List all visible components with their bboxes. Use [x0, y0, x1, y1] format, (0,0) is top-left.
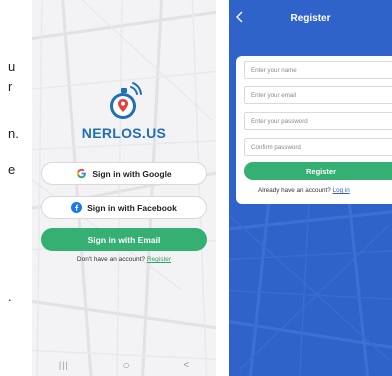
google-icon	[76, 168, 87, 179]
edge-text-1: u	[8, 59, 16, 74]
email-input[interactable]	[244, 86, 392, 104]
email-signin-button[interactable]: Sign in with Email	[41, 228, 207, 251]
register-link[interactable]: Register	[147, 256, 171, 263]
login-prompt: Already have an account? Log in	[258, 187, 350, 194]
register-screen: Register Register Already have an accoun…	[229, 0, 392, 376]
google-signin-label: Sign in with Google	[92, 168, 172, 179]
recents-nav-button[interactable]: |||	[59, 360, 69, 370]
edge-text-2: r	[8, 79, 13, 94]
edge-text-5: .	[8, 289, 12, 304]
back-icon[interactable]	[235, 10, 245, 24]
edge-text-3: n.	[8, 126, 19, 141]
facebook-icon	[71, 202, 83, 213]
page-title: Register	[290, 12, 331, 24]
system-navigation-bar: ||| ○ <	[32, 354, 216, 376]
map-background	[32, 0, 216, 376]
back-nav-button[interactable]: <	[183, 360, 189, 371]
no-account-text: Don't have an account?	[76, 256, 146, 263]
confirm-password-input[interactable]	[244, 138, 392, 156]
name-input[interactable]	[244, 61, 392, 79]
location-tag-icon	[110, 82, 142, 119]
edge-text-4: e	[8, 162, 16, 177]
password-input[interactable]	[244, 112, 392, 130]
facebook-signin-label: Sign in with Facebook	[87, 202, 177, 213]
have-account-text: Already have an account?	[258, 187, 331, 194]
login-link[interactable]: Log in	[333, 187, 350, 194]
google-signin-button[interactable]: Sign in with Google	[41, 162, 207, 185]
home-nav-button[interactable]: ○	[122, 358, 129, 372]
brand-name: NERLOS.US	[81, 125, 167, 141]
register-prompt: Don't have an account? Register	[32, 256, 216, 263]
app-logo	[32, 80, 216, 129]
facebook-signin-button[interactable]: Sign in with Facebook	[41, 196, 207, 219]
register-header: Register	[229, 0, 392, 36]
signin-screen: NERLOS.US Sign in with Google Sign in wi…	[32, 0, 216, 376]
register-button[interactable]: Register	[244, 162, 392, 180]
register-form-card: Register Already have an account? Log in	[236, 56, 392, 204]
